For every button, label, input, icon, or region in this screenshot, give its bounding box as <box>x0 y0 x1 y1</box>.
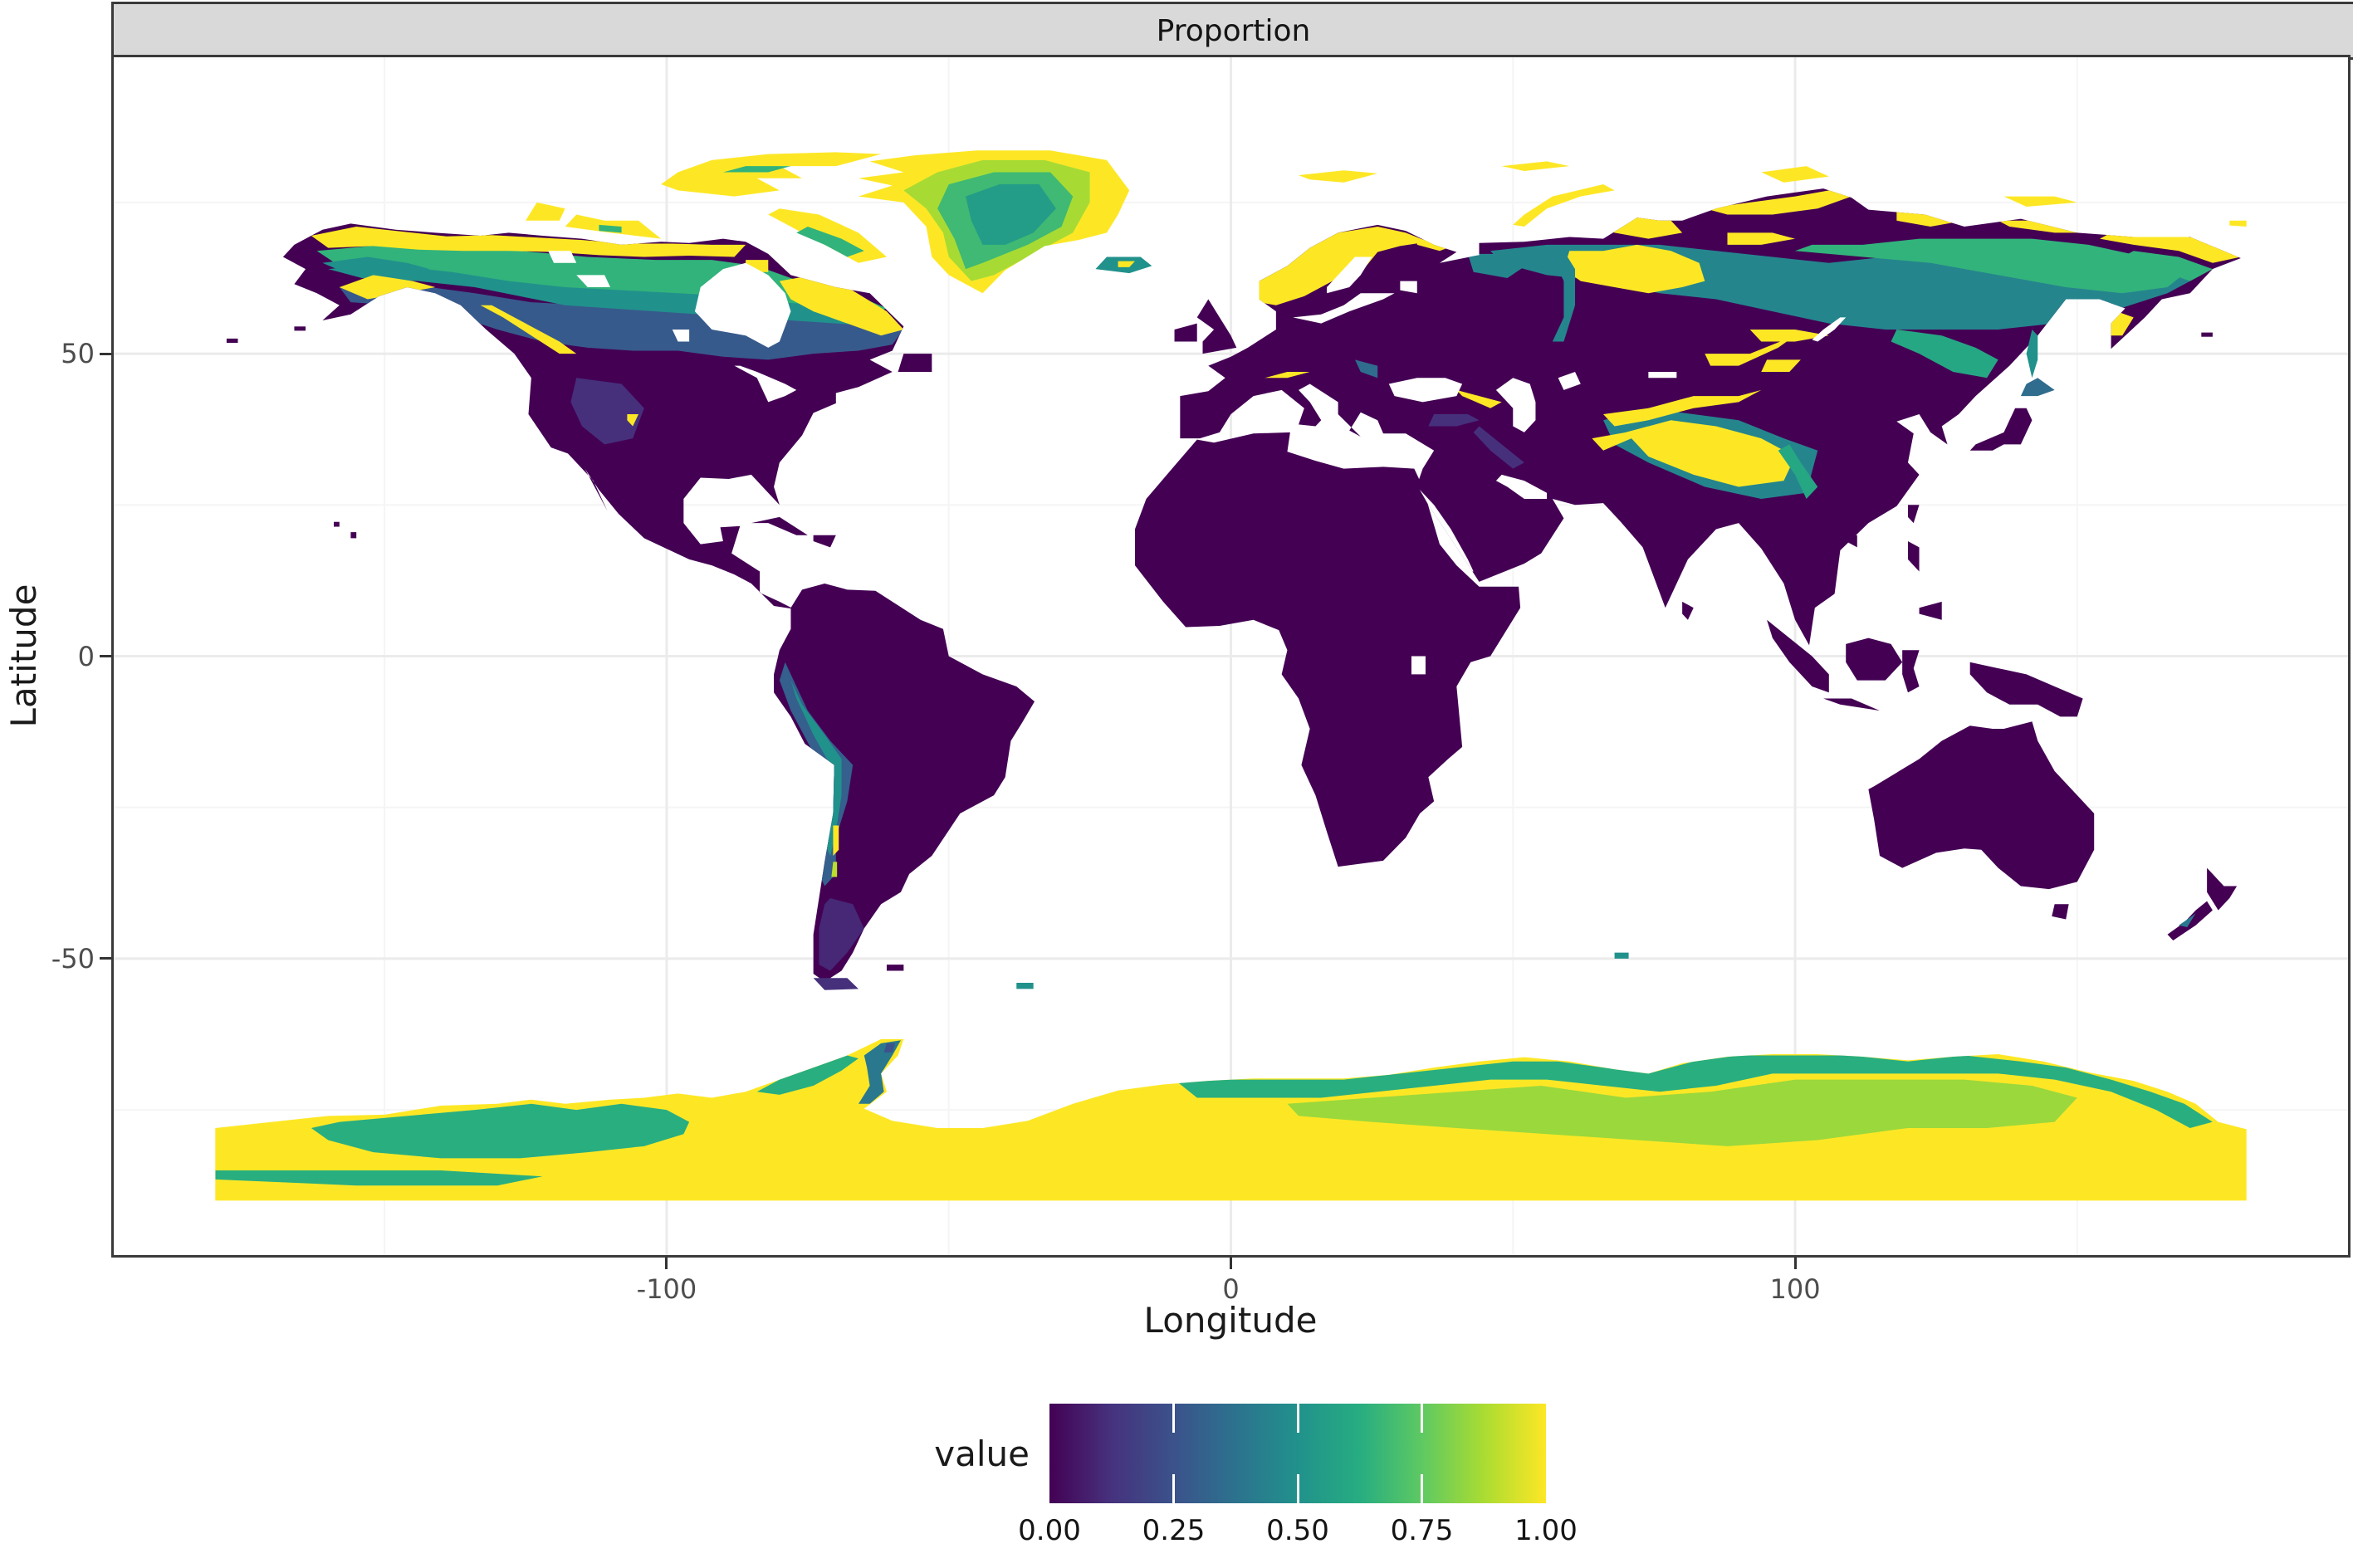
y-tick-label: -50 <box>51 942 95 975</box>
map-region <box>2020 378 2055 397</box>
map-region <box>2207 867 2238 911</box>
x-tick-mark <box>1793 1258 1797 1269</box>
map-region <box>813 535 836 548</box>
map-region <box>1902 650 1920 693</box>
map-region <box>886 965 904 971</box>
legend-bar-tick <box>1172 1474 1175 1503</box>
map-region <box>526 202 565 221</box>
plot-panel <box>111 55 2351 1258</box>
legend-tick-label: 0.50 <box>1266 1514 1329 1547</box>
x-tick-label: 100 <box>1769 1273 1821 1305</box>
map-region <box>1513 184 1615 227</box>
map-region <box>1501 161 1570 172</box>
x-tick-mark <box>1230 1258 1232 1269</box>
map-region <box>813 978 859 990</box>
map-region <box>1174 323 1197 342</box>
legend-tick-label: 1.00 <box>1514 1514 1578 1547</box>
map-region <box>350 532 357 539</box>
map-region <box>2229 220 2247 227</box>
map-region <box>1846 535 1857 548</box>
y-tick-mark <box>100 352 111 355</box>
map-region <box>1969 408 2033 451</box>
legend-bar-tick <box>1296 1404 1299 1433</box>
x-tick-mark <box>665 1258 668 1269</box>
legend-tick-label: 0.75 <box>1390 1514 1454 1547</box>
facet-strip-title: Proportion <box>1156 13 1311 48</box>
map-region <box>1969 662 2083 717</box>
legend-tick-label: 0.00 <box>1018 1514 1081 1547</box>
map-region <box>1682 601 1694 620</box>
map-region <box>2003 196 2077 208</box>
map-region <box>751 516 808 535</box>
legend-bar-tick <box>1296 1474 1299 1503</box>
y-axis-title: Latitude <box>3 584 44 728</box>
legend-tick-label: 0.25 <box>1142 1514 1206 1547</box>
map-region <box>1907 505 1920 524</box>
landmass-sa <box>774 584 1035 982</box>
y-tick-mark <box>100 655 111 657</box>
legend-bar-tick <box>1421 1404 1423 1433</box>
map-region <box>2201 332 2213 337</box>
x-axis-title: Longitude <box>1143 1300 1318 1341</box>
map-region <box>1016 983 1034 989</box>
landmass-au <box>1868 721 2095 890</box>
water-region <box>1648 371 1677 379</box>
map-region <box>1761 166 1829 183</box>
y-tick-label: 50 <box>61 338 95 370</box>
map-region <box>1919 601 1942 620</box>
legend-bar-tick <box>1172 1404 1175 1433</box>
facet-strip: Proportion <box>111 2 2353 60</box>
y-tick-mark <box>100 957 111 960</box>
legend-bar-tick <box>1421 1474 1423 1503</box>
water-region <box>1411 656 1426 675</box>
map-region <box>1299 170 1378 183</box>
legend-title: value <box>934 1434 1030 1474</box>
world-map <box>114 57 2348 1255</box>
map-region <box>1846 637 1903 681</box>
map-region <box>1823 698 1880 711</box>
map-region <box>898 354 932 372</box>
map-region <box>294 326 306 331</box>
map-region <box>334 521 340 527</box>
x-tick-label: -100 <box>636 1273 697 1305</box>
map-region <box>661 152 882 197</box>
map-region <box>2052 904 2069 920</box>
map-region <box>1614 952 1629 959</box>
map-region <box>226 338 238 343</box>
map-region <box>1907 541 1920 572</box>
